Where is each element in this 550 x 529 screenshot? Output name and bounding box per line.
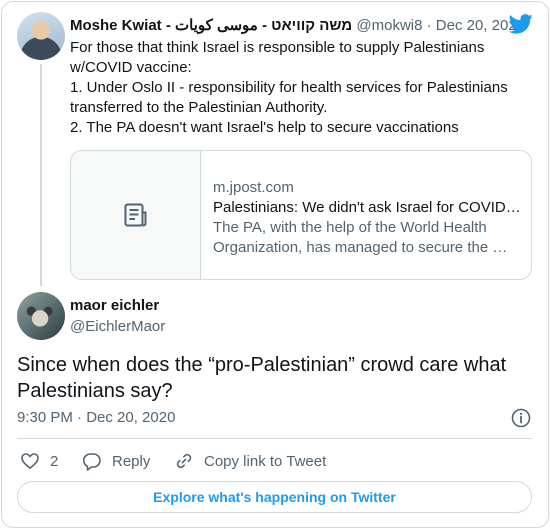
- link-icon: [176, 453, 192, 469]
- heart-icon: [21, 453, 39, 469]
- link-thumbnail: [71, 151, 201, 279]
- article-icon: [124, 203, 146, 227]
- parent-text-line: transferred to the Palestinian Authority…: [70, 99, 328, 116]
- info-icon[interactable]: [511, 408, 531, 428]
- link-description: The PA, with the help of the World Healt…: [213, 218, 523, 258]
- main-handle[interactable]: @EichlerMaor: [70, 318, 165, 336]
- link-card-body: m.jpost.com Palestinians: We didn't ask …: [213, 178, 523, 258]
- main-text-line: Since when does the “pro-Palestinian” cr…: [17, 354, 507, 376]
- link-description-line: Organization, has managed to secure the …: [213, 239, 508, 256]
- copy-link-button[interactable]: Copy link to Tweet: [174, 450, 326, 472]
- like-button[interactable]: 2: [20, 450, 58, 472]
- link-title: Palestinians: We didn't ask Israel for C…: [213, 199, 521, 216]
- parent-header: Moshe Kwiat - משה קוויאט - موسى كويات @m…: [70, 17, 525, 35]
- parent-tweet-text: For those that think Israel is responsib…: [70, 38, 520, 138]
- main-display-name[interactable]: maor eichler: [70, 297, 159, 315]
- twitter-bird-icon[interactable]: [509, 14, 533, 34]
- copy-link-label: Copy link to Tweet: [204, 452, 327, 470]
- tweet-timestamp[interactable]: 9:30 PM · Dec 20, 2020: [17, 409, 175, 427]
- main-text-line: Palestinians say?: [17, 380, 173, 402]
- parent-text-line: 1. Under Oslo II - responsibility for he…: [70, 79, 508, 96]
- reply-icon: [82, 453, 101, 471]
- main-tweet-text: Since when does the “pro-Palestinian” cr…: [17, 352, 537, 404]
- parent-text-line: 2. The PA doesn't want Israel's help to …: [70, 119, 459, 136]
- link-domain: m.jpost.com: [213, 179, 294, 196]
- parent-handle-date[interactable]: @mokwi8 · Dec 20, 2020: [356, 17, 525, 34]
- parent-text-line: For those that think Israel is responsib…: [70, 39, 485, 56]
- link-description-line: The PA, with the help of the World Healt…: [213, 219, 487, 236]
- reply-button[interactable]: Reply: [82, 450, 150, 472]
- parent-avatar[interactable]: [17, 12, 65, 60]
- like-count: 2: [50, 452, 59, 470]
- divider: [17, 438, 532, 439]
- main-avatar[interactable]: [17, 292, 65, 340]
- link-preview-card[interactable]: m.jpost.com Palestinians: We didn't ask …: [70, 150, 532, 280]
- parent-text-line: w/COVID vaccine:: [70, 59, 192, 76]
- thread-line: [40, 64, 42, 286]
- explore-twitter-button[interactable]: Explore what's happening on Twitter: [17, 481, 532, 513]
- parent-display-name[interactable]: Moshe Kwiat - משה קוויאט - موسى كويات: [70, 17, 352, 34]
- reply-label: Reply: [112, 452, 151, 470]
